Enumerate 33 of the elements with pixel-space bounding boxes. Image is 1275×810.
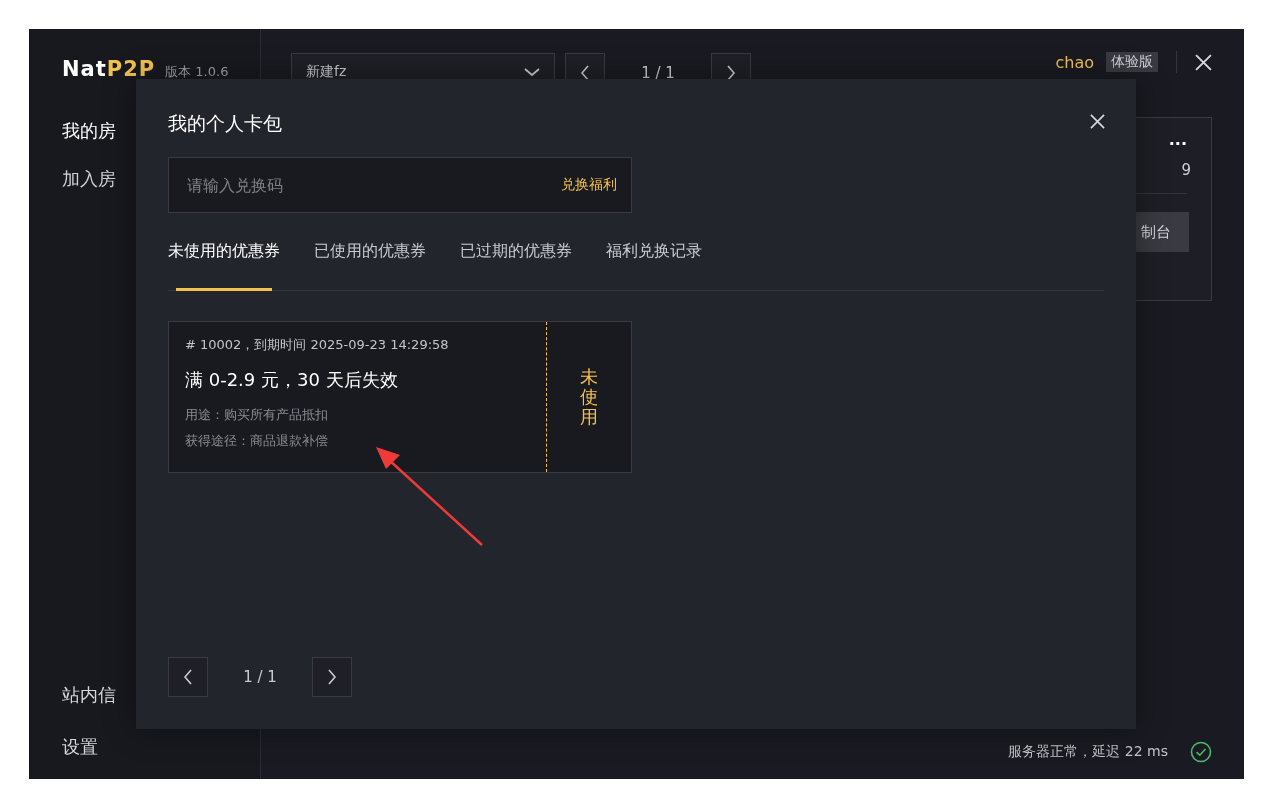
close-button[interactable] — [1195, 53, 1212, 71]
chevron-down-icon — [524, 67, 540, 77]
coupon-usage: 用途：购买所有产品抵扣 — [185, 406, 329, 424]
coupon-source: 获得途径：商品退款补偿 — [185, 432, 329, 450]
dialog-title: 我的个人卡包 — [168, 111, 282, 136]
page-indicator: 1 / 1 — [640, 63, 676, 84]
page-indicator: 1 / 1 — [242, 668, 278, 686]
coupon-title: 满 0-2.9 元，30 天后失效 — [185, 368, 399, 392]
chevron-right-icon — [726, 65, 736, 81]
dialog-close-button[interactable] — [1090, 113, 1105, 129]
chevron-left-icon — [183, 669, 193, 685]
chevron-left-icon — [580, 65, 590, 81]
close-icon — [1090, 113, 1105, 129]
version-label: 版本 1.0.6 — [165, 63, 229, 81]
redeem-button[interactable]: 兑换福利 — [561, 176, 617, 194]
tab[interactable]: 福利兑换记录 — [606, 241, 702, 290]
user-name: chao — [1055, 52, 1094, 72]
coupon-header: # 10002，到期时间 2025-09-23 14:29:58 — [185, 336, 450, 354]
room-info: 9 — [1181, 161, 1191, 179]
plan-badge: 体验版 — [1106, 52, 1158, 72]
tab[interactable]: 未使用的优惠券 — [168, 241, 280, 290]
chevron-right-icon — [327, 669, 337, 685]
app-logo: NatP2P — [62, 57, 156, 81]
next-button[interactable] — [312, 657, 352, 697]
close-icon — [1195, 53, 1212, 71]
coupon-status: 未使用 — [580, 367, 598, 427]
tab[interactable]: 已使用的优惠券 — [314, 241, 426, 290]
previous-button[interactable] — [168, 657, 208, 697]
more-button[interactable]: ··· — [1168, 134, 1187, 153]
sidebar-item[interactable]: 设置 — [62, 735, 260, 759]
redeem-code-field[interactable]: 请输入兑换码 兑换福利 — [168, 157, 632, 213]
tab[interactable]: 已过期的优惠券 — [460, 241, 572, 290]
server-status: 服务器正常，延迟 22 ms — [1008, 743, 1168, 761]
